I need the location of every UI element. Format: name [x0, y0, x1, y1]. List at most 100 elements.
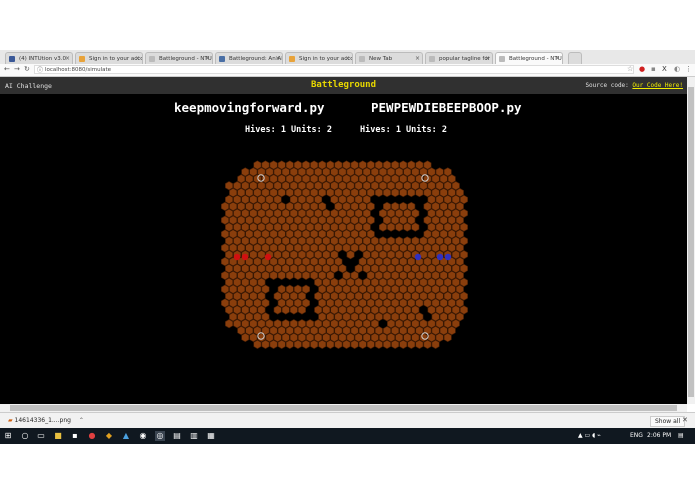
- hex-cell[interactable]: [362, 250, 371, 260]
- forward-icon[interactable]: →: [14, 65, 20, 73]
- hex-cell[interactable]: [314, 208, 323, 218]
- hex-cell[interactable]: [346, 222, 355, 232]
- hex-cell[interactable]: [233, 236, 242, 246]
- hex-cell[interactable]: [257, 277, 266, 287]
- hex-cell[interactable]: [370, 181, 379, 191]
- hex-cell[interactable]: [249, 291, 258, 301]
- hex-cell[interactable]: [362, 236, 371, 246]
- hex-cell[interactable]: [342, 326, 351, 336]
- hex-cell[interactable]: [285, 326, 294, 336]
- hex-cell[interactable]: [257, 250, 266, 260]
- hex-cell[interactable]: [379, 250, 387, 260]
- hex-cell[interactable]: [383, 188, 391, 198]
- hex-cell[interactable]: [427, 305, 436, 315]
- player1-unit[interactable]: [233, 253, 241, 261]
- hex-cell[interactable]: [342, 229, 351, 239]
- hex-cell[interactable]: [229, 188, 238, 198]
- hex-cell[interactable]: [407, 284, 416, 294]
- hex-cell[interactable]: [435, 222, 444, 232]
- hex-cell[interactable]: [427, 167, 436, 177]
- hex-cell[interactable]: [415, 270, 424, 280]
- hex-cell[interactable]: [293, 215, 302, 225]
- hex-cell[interactable]: [237, 201, 246, 211]
- hex-cell[interactable]: [245, 284, 254, 294]
- hex-cell[interactable]: [334, 243, 343, 253]
- hex-cell[interactable]: [460, 236, 468, 246]
- hex-cell[interactable]: [221, 243, 229, 253]
- hex-cell[interactable]: [395, 222, 404, 232]
- hex-cell[interactable]: [443, 291, 452, 301]
- hex-cell[interactable]: [427, 194, 436, 205]
- hex-cell[interactable]: [342, 174, 351, 184]
- menu-icon[interactable]: ⋮: [685, 65, 692, 73]
- hex-cell[interactable]: [306, 167, 314, 177]
- hex-cell[interactable]: [455, 188, 464, 198]
- hex-cell[interactable]: [383, 312, 391, 322]
- hex-cell[interactable]: [435, 181, 444, 191]
- hex-cell[interactable]: [310, 188, 319, 198]
- hex-cell[interactable]: [411, 222, 420, 232]
- hex-cell[interactable]: [245, 298, 254, 308]
- hex-cell[interactable]: [233, 305, 242, 315]
- hex-cell[interactable]: [225, 208, 233, 218]
- hex-cell[interactable]: [253, 201, 262, 211]
- hex-cell[interactable]: [326, 160, 335, 170]
- hex-cell[interactable]: [285, 270, 294, 280]
- hex-cell[interactable]: [253, 284, 262, 294]
- hex-cell[interactable]: [366, 215, 375, 225]
- hex-cell[interactable]: [435, 263, 444, 274]
- hex-cell[interactable]: [338, 291, 347, 301]
- hex-cell[interactable]: [326, 188, 335, 198]
- hex-cell[interactable]: [423, 201, 432, 211]
- hex-cell[interactable]: [411, 319, 420, 329]
- hex-cell[interactable]: [411, 181, 420, 191]
- hex-cell[interactable]: [253, 326, 262, 336]
- hex-cell[interactable]: [334, 298, 343, 308]
- hex-cell[interactable]: [318, 243, 327, 253]
- hex-cell[interactable]: [302, 201, 310, 211]
- hex-cell[interactable]: [289, 250, 298, 260]
- hex-cell[interactable]: [298, 194, 306, 205]
- hex-cell[interactable]: [334, 257, 343, 267]
- hex-cell[interactable]: [431, 326, 440, 336]
- hex-cell[interactable]: [362, 305, 371, 315]
- hex-cell[interactable]: [399, 201, 408, 211]
- hex-cell[interactable]: [334, 312, 343, 322]
- hex-cell[interactable]: [261, 201, 270, 211]
- app-icon[interactable]: ◉: [138, 431, 148, 441]
- hex-cell[interactable]: [318, 312, 327, 322]
- hex-cell[interactable]: [245, 174, 254, 184]
- hex-cell[interactable]: [257, 291, 266, 301]
- hex-cell[interactable]: [346, 319, 355, 329]
- hex-cell[interactable]: [302, 270, 310, 280]
- hex-cell[interactable]: [281, 250, 290, 260]
- hex-cell[interactable]: [265, 181, 274, 191]
- hex-cell[interactable]: [435, 319, 444, 329]
- hex-cell[interactable]: [277, 174, 286, 184]
- app-icon[interactable]: ▪: [70, 431, 80, 441]
- hex-cell[interactable]: [229, 229, 238, 239]
- hex-cell[interactable]: [423, 339, 432, 349]
- start-icon[interactable]: ⊞: [3, 431, 13, 441]
- hex-cell[interactable]: [403, 319, 412, 329]
- hex-cell[interactable]: [334, 201, 343, 211]
- hex-cell[interactable]: [257, 305, 266, 315]
- hex-cell[interactable]: [237, 298, 246, 308]
- hex-cell[interactable]: [350, 201, 359, 211]
- hex-cell[interactable]: [342, 312, 351, 322]
- hex-cell[interactable]: [374, 243, 383, 253]
- hex-cell[interactable]: [407, 243, 416, 253]
- hex-cell[interactable]: [249, 181, 258, 191]
- hex-cell[interactable]: [362, 167, 371, 177]
- app-icon[interactable]: ▥: [189, 431, 199, 441]
- browser-tab[interactable]: Battleground - NTU ×: [495, 52, 563, 64]
- hex-cell[interactable]: [241, 194, 250, 205]
- hex-cell[interactable]: [455, 270, 464, 280]
- download-item[interactable]: ▰ 14614336_1....png ⌃: [8, 417, 84, 424]
- app-icon[interactable]: ◆: [104, 431, 114, 441]
- hex-cell[interactable]: [350, 326, 359, 336]
- hex-cell[interactable]: [285, 201, 294, 211]
- hex-cell[interactable]: [277, 229, 286, 239]
- hex-cell[interactable]: [277, 284, 286, 294]
- hex-cell[interactable]: [455, 243, 464, 253]
